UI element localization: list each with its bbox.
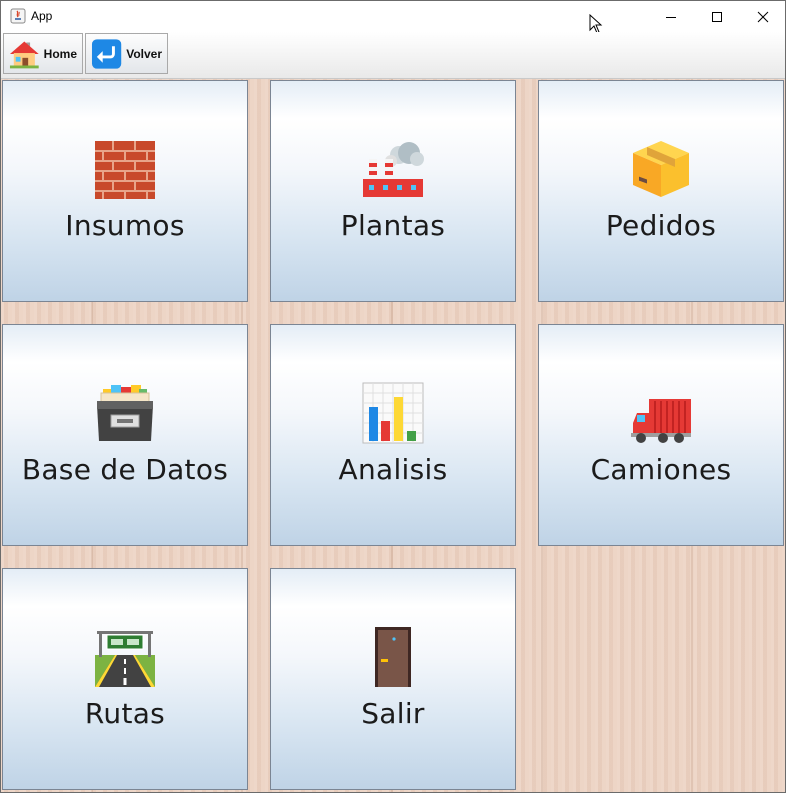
tile-label: Analisis: [338, 453, 448, 486]
bar-chart-icon: [362, 382, 424, 444]
close-icon: [757, 11, 769, 22]
home-button[interactable]: Home: [3, 33, 83, 74]
maximize-button[interactable]: [694, 1, 740, 32]
pedidos-button[interactable]: Pedidos: [538, 80, 784, 302]
rutas-button[interactable]: Rutas: [2, 568, 248, 790]
window-title: App: [31, 9, 53, 23]
back-button[interactable]: Volver: [85, 33, 168, 74]
mouse-cursor-icon: [589, 14, 603, 34]
close-button[interactable]: [740, 1, 785, 32]
door-icon: [375, 627, 411, 687]
road-icon: [95, 631, 155, 687]
main-menu-area: Insumos Plantas Pedidos Base de Datos An…: [1, 79, 785, 792]
brick-wall-icon: [95, 141, 155, 199]
tile-label: Plantas: [340, 209, 446, 242]
tile-label: Base de Datos: [21, 453, 229, 486]
minimize-icon: [666, 16, 676, 18]
camiones-button[interactable]: Camiones: [538, 324, 784, 546]
minimize-button[interactable]: [648, 1, 694, 32]
analisis-button[interactable]: Analisis: [270, 324, 516, 546]
package-box-icon: [633, 141, 689, 197]
back-label: Volver: [126, 46, 162, 61]
home-label: Home: [43, 46, 77, 61]
return-arrow-icon: [91, 38, 122, 69]
plantas-button[interactable]: Plantas: [270, 80, 516, 302]
salir-button[interactable]: Salir: [270, 568, 516, 790]
maximize-icon: [712, 11, 722, 22]
base-de-datos-button[interactable]: Base de Datos: [2, 324, 248, 546]
tile-label: Camiones: [590, 453, 732, 486]
java-app-icon: [10, 8, 26, 24]
insumos-button[interactable]: Insumos: [2, 80, 248, 302]
truck-icon: [631, 399, 691, 443]
app-window: App Home Volver Insumos Plantas Pedidos …: [0, 0, 786, 793]
factory-icon: [363, 142, 424, 197]
title-bar[interactable]: App: [1, 1, 785, 34]
toolbar: Home Volver: [1, 32, 785, 79]
card-file-box-icon: [97, 385, 153, 441]
tile-label: Pedidos: [605, 209, 717, 242]
tile-label: Salir: [361, 697, 425, 730]
house-icon: [9, 41, 39, 68]
tile-label: Rutas: [84, 697, 166, 730]
tile-label: Insumos: [65, 209, 185, 242]
